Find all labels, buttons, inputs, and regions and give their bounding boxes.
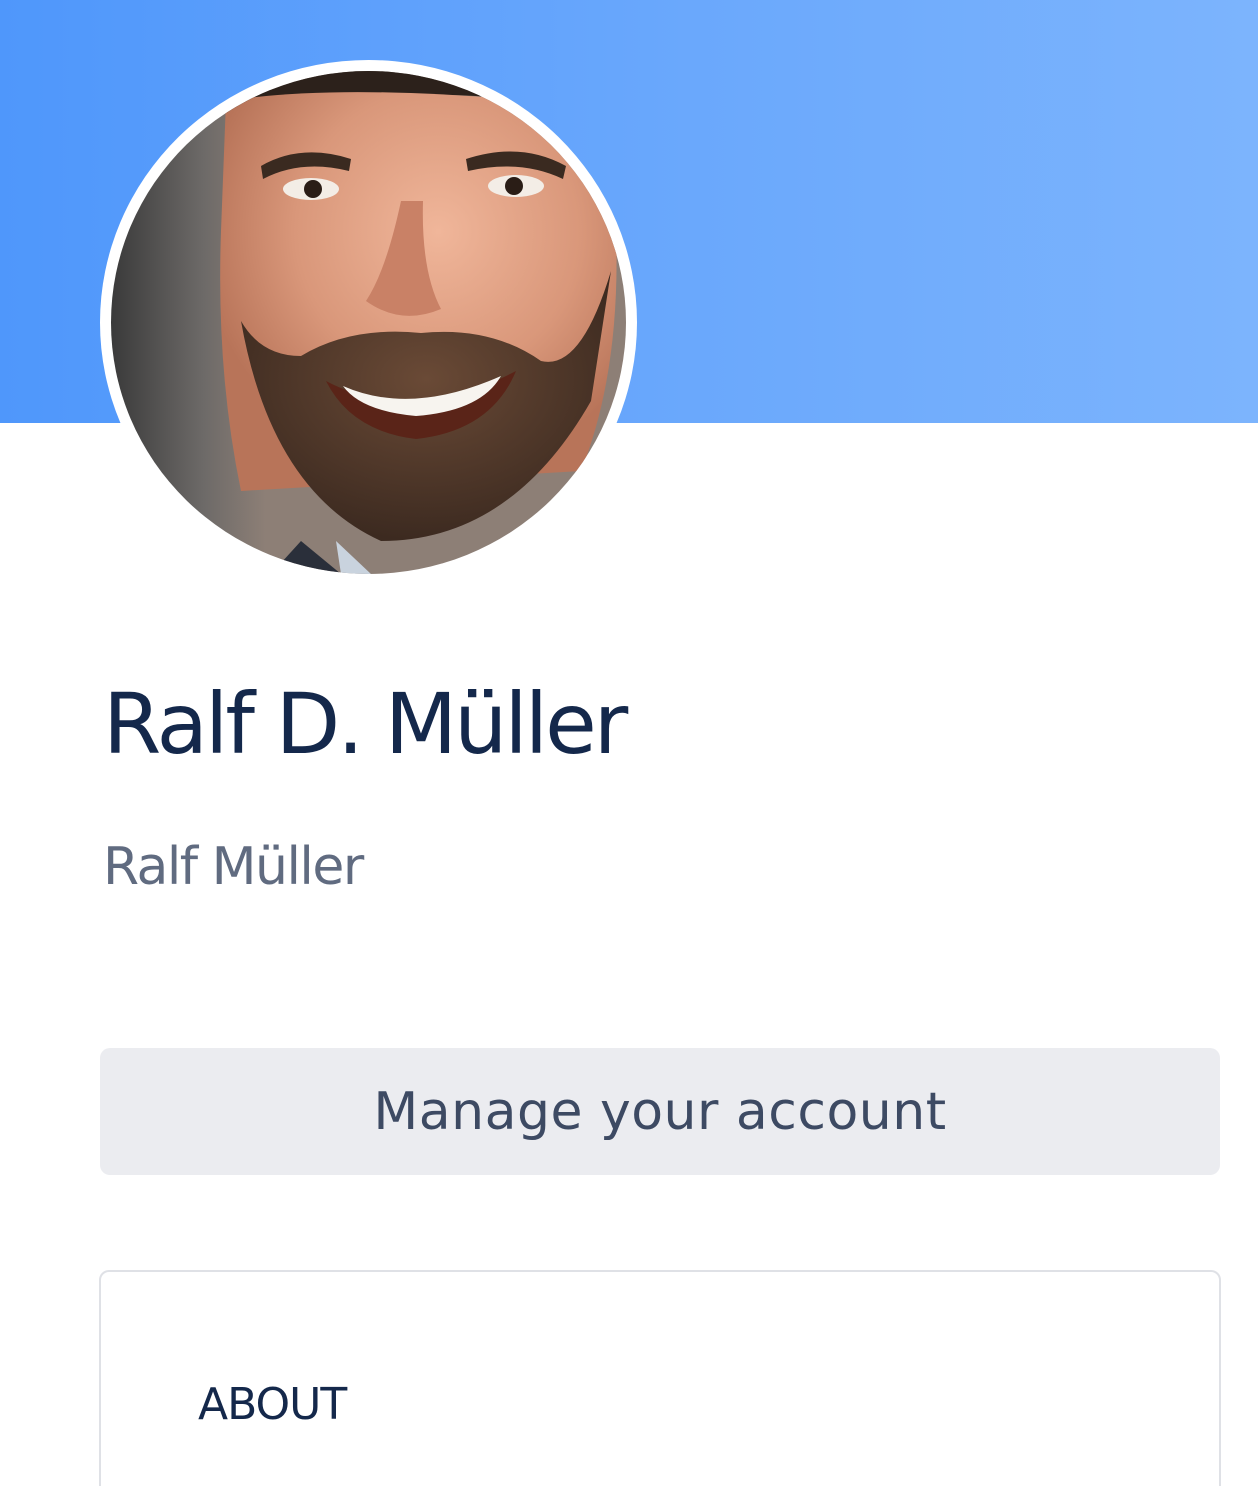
profile-username: Ralf Müller (103, 837, 364, 897)
about-heading: ABOUT (198, 1379, 347, 1430)
about-card: ABOUT (99, 1270, 1221, 1486)
manage-account-button[interactable]: Manage your account (100, 1048, 1220, 1175)
profile-display-name: Ralf D. Müller (103, 675, 628, 773)
profile-photo (111, 71, 626, 574)
avatar[interactable] (100, 60, 637, 585)
profile-page: Ralf D. Müller Ralf Müller Manage your a… (0, 0, 1258, 1486)
